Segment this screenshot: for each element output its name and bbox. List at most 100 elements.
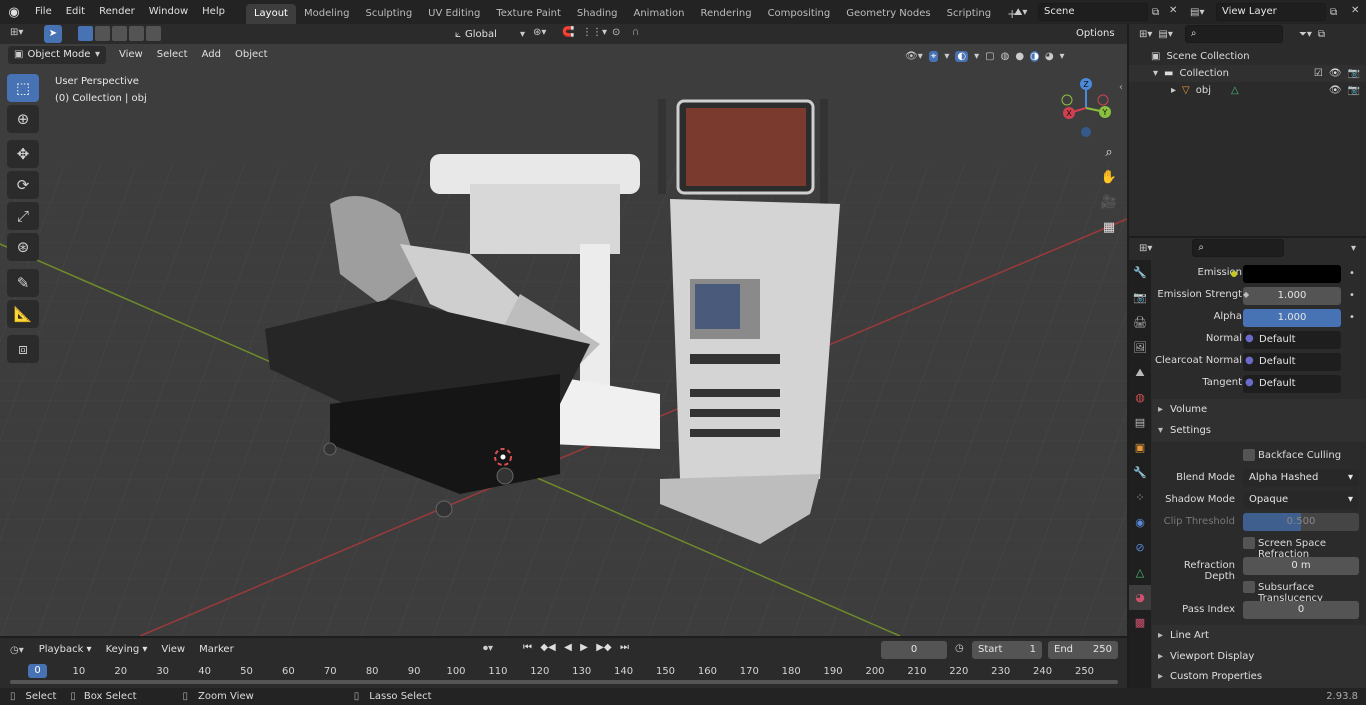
- scale-tool[interactable]: ⤢: [7, 202, 39, 230]
- chevron-down-icon[interactable]: ▾: [1351, 243, 1356, 254]
- menu-marker[interactable]: Marker: [192, 638, 241, 662]
- keyframe-dot-icon[interactable]: •: [1349, 268, 1355, 279]
- outliner-editor-icon[interactable]: ⊞▾: [1139, 29, 1152, 40]
- menu-playback[interactable]: Playback ▾: [32, 638, 99, 662]
- record-icon[interactable]: ⏺▾: [483, 643, 493, 654]
- next-keyframe-icon[interactable]: ▶◆: [596, 642, 611, 658]
- expand-arrow-icon[interactable]: ▸: [1171, 85, 1176, 96]
- perspective-grid-icon[interactable]: ▦: [1098, 216, 1120, 238]
- filter-icon[interactable]: ⏷▾: [1299, 29, 1312, 40]
- play-reverse-icon[interactable]: ◀: [564, 642, 572, 658]
- backface-culling-checkbox[interactable]: [1243, 449, 1255, 461]
- menu-keying[interactable]: Keying ▾: [99, 638, 155, 662]
- pan-hand-icon[interactable]: ✋: [1098, 166, 1120, 188]
- world-tab-icon[interactable]: ◍: [1129, 385, 1151, 410]
- 3d-viewport[interactable]: [0, 44, 1127, 636]
- tab-sculpting[interactable]: Sculpting: [357, 4, 420, 24]
- close-view-layer-icon[interactable]: ✕: [1351, 5, 1359, 16]
- tab-animation[interactable]: Animation: [626, 4, 693, 24]
- properties-search-input[interactable]: ⌕: [1192, 239, 1285, 257]
- display-mode-icon[interactable]: ▤▾: [1158, 29, 1172, 40]
- emission-color-field[interactable]: [1231, 265, 1341, 283]
- camera-view-icon[interactable]: 🎥: [1098, 191, 1120, 213]
- shadow-mode-dropdown[interactable]: Opaque ▾: [1243, 491, 1359, 509]
- outliner-row-scene-collection[interactable]: ▣ Scene Collection: [1129, 48, 1366, 65]
- visibility-icon[interactable]: 👁▾: [905, 51, 923, 62]
- tab-uv-editing[interactable]: UV Editing: [420, 4, 488, 24]
- material-tab-icon[interactable]: ◕: [1129, 585, 1151, 610]
- outliner-row-collection[interactable]: ▾ ▬ Collection ☑ 👁 📷: [1129, 65, 1366, 82]
- prev-keyframe-icon[interactable]: ◆◀: [540, 642, 555, 658]
- copy-scene-icon[interactable]: ⧉: [1152, 7, 1159, 18]
- scene-tab-icon[interactable]: ⛰: [1129, 360, 1151, 385]
- tab-shading[interactable]: Shading: [569, 4, 626, 24]
- material-shading-icon[interactable]: ◑: [1030, 50, 1039, 62]
- editor-type-icon[interactable]: ⊞▾: [10, 27, 23, 38]
- sidebar-toggle-icon[interactable]: ‹: [1119, 82, 1123, 93]
- camera-icon[interactable]: 📷: [1348, 85, 1360, 96]
- view-layer-selector[interactable]: ▤▾ View Layer ⧉: [1190, 3, 1340, 21]
- blender-logo-icon[interactable]: ◉: [0, 5, 28, 20]
- orientation-dropdown[interactable]: ⟀ Global ▾: [455, 25, 525, 43]
- current-frame-field[interactable]: 0: [881, 641, 947, 659]
- close-scene-icon[interactable]: ✕: [1169, 5, 1177, 16]
- snap-target-icon[interactable]: ⋮⋮▾: [582, 27, 607, 38]
- menu-object[interactable]: Object: [228, 43, 275, 67]
- jump-end-icon[interactable]: ⏭: [620, 642, 629, 658]
- cursor-tool[interactable]: ⊕: [7, 105, 39, 133]
- move-tool[interactable]: ✥: [7, 140, 39, 168]
- tangent-field[interactable]: Default: [1243, 375, 1341, 393]
- volume-panel-header[interactable]: ▸ Volume: [1152, 399, 1366, 421]
- new-collection-icon[interactable]: ⧉: [1318, 29, 1325, 40]
- menu-add[interactable]: Add: [195, 43, 228, 67]
- keyframe-dot-icon[interactable]: •: [1349, 312, 1355, 323]
- select-box-tool[interactable]: ⬚: [7, 74, 39, 102]
- menu-help[interactable]: Help: [195, 0, 232, 24]
- view-layer-field[interactable]: View Layer: [1216, 3, 1326, 21]
- options-button[interactable]: Options ▾: [1070, 25, 1122, 57]
- properties-editor-icon[interactable]: ⊞▾: [1139, 243, 1152, 254]
- solid-shading-icon[interactable]: ●: [1015, 51, 1024, 62]
- tab-texture-paint[interactable]: Texture Paint: [488, 4, 569, 24]
- scene-selector[interactable]: ⛰▾ Scene ⧉: [1014, 3, 1162, 21]
- annotate-tool[interactable]: ✎: [7, 269, 39, 297]
- viewport-display-panel-header[interactable]: ▸ Viewport Display: [1152, 646, 1366, 668]
- object-tab-icon[interactable]: ▣: [1129, 435, 1151, 460]
- render-tab-icon[interactable]: 📷: [1129, 285, 1151, 310]
- clearcoat-normal-field[interactable]: Default: [1243, 353, 1341, 371]
- wireframe-shading-icon[interactable]: ◍: [1001, 51, 1010, 62]
- rotate-tool[interactable]: ⟳: [7, 171, 39, 199]
- output-tab-icon[interactable]: 🖨: [1129, 310, 1151, 335]
- tab-rendering[interactable]: Rendering: [692, 4, 759, 24]
- alpha-field[interactable]: 1.000: [1243, 309, 1341, 327]
- menu-file[interactable]: File: [28, 0, 59, 24]
- outliner-search-input[interactable]: ⌕: [1184, 25, 1283, 43]
- gizmo-toggle-icon[interactable]: ⌖: [928, 50, 939, 62]
- add-cube-tool[interactable]: ⧈: [7, 335, 39, 363]
- constraints-tab-icon[interactable]: ⊘: [1129, 535, 1151, 560]
- settings-panel-header[interactable]: ▾ Settings: [1152, 420, 1366, 442]
- menu-select[interactable]: Select: [150, 43, 195, 67]
- refraction-depth-field[interactable]: 0 m: [1243, 557, 1359, 575]
- view-layer-tab-icon[interactable]: 🖼: [1129, 335, 1151, 360]
- rendered-shading-icon[interactable]: ◕: [1045, 51, 1054, 62]
- blend-mode-dropdown[interactable]: Alpha Hashed ▾: [1243, 469, 1359, 487]
- tab-scripting[interactable]: Scripting: [939, 4, 999, 24]
- play-icon[interactable]: ▶: [580, 642, 588, 658]
- texture-tab-icon[interactable]: ▩: [1129, 610, 1151, 635]
- exclude-checkbox[interactable]: ☑: [1314, 68, 1323, 79]
- pass-index-field[interactable]: 0: [1243, 601, 1359, 619]
- normal-field[interactable]: Default: [1243, 331, 1341, 349]
- select-tool-icon[interactable]: ➤: [44, 25, 62, 43]
- menu-edit[interactable]: Edit: [59, 0, 92, 24]
- collection-tab-icon[interactable]: ▤: [1129, 410, 1151, 435]
- tab-geometry-nodes[interactable]: Geometry Nodes: [838, 4, 938, 24]
- data-tab-icon[interactable]: △: [1129, 560, 1151, 585]
- physics-tab-icon[interactable]: ◉: [1129, 510, 1151, 535]
- keyframe-dot-icon[interactable]: •: [1349, 290, 1355, 301]
- end-frame-field[interactable]: End 250: [1048, 641, 1118, 659]
- copy-view-layer-icon[interactable]: ⧉: [1330, 7, 1337, 18]
- eye-icon[interactable]: 👁: [1329, 68, 1342, 79]
- mode-dropdown[interactable]: ▣ Object Mode ▾: [8, 46, 106, 64]
- clip-threshold-slider[interactable]: 0.500: [1243, 513, 1359, 531]
